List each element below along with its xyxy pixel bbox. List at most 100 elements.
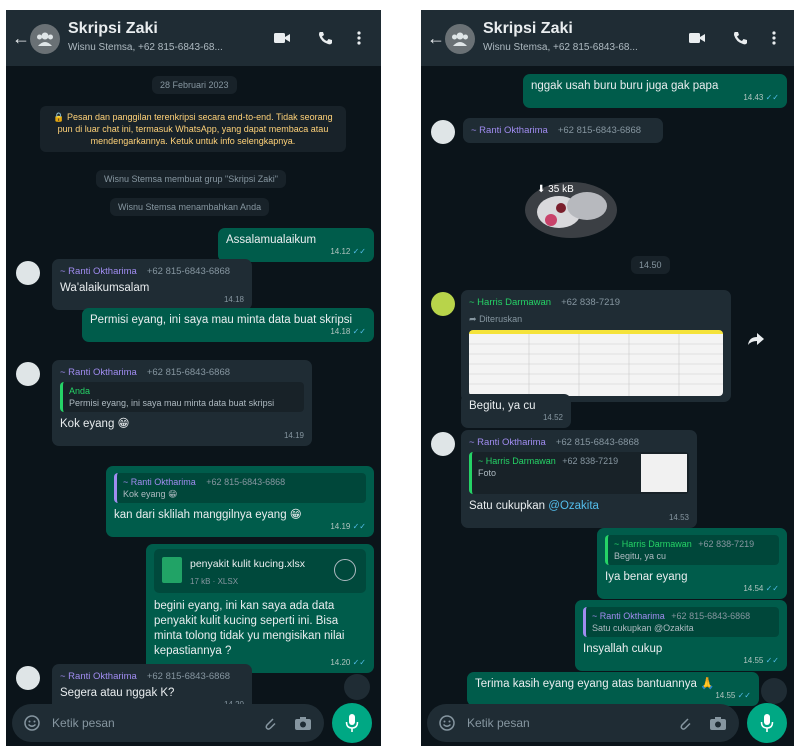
encryption-notice[interactable]: 🔒 Pesan dan panggilan terenkripsi secara… [40, 106, 346, 152]
voice-message-button[interactable] [747, 703, 787, 743]
read-ticks-icon: ✓✓ [352, 522, 366, 531]
message-text: Assalamualaikum [226, 234, 317, 246]
message-text: nggak usah buru buru juga gak papa [531, 80, 719, 92]
composer [421, 700, 794, 746]
message-input-container[interactable] [427, 704, 739, 742]
sender-avatar[interactable] [16, 666, 40, 690]
message-text: Iya benar eyang [605, 571, 688, 583]
incoming-message[interactable]: Begitu, ya cu 14.52 [461, 394, 571, 428]
read-ticks-icon: ✓✓ [352, 247, 366, 256]
sender-avatar[interactable] [431, 292, 455, 316]
message-list[interactable]: nggak usah buru buru juga gak papa 14.43… [421, 66, 794, 706]
microphone-icon [760, 714, 774, 732]
message-input-container[interactable] [12, 704, 324, 742]
voice-call-icon[interactable] [731, 30, 749, 46]
read-ticks-icon: ✓✓ [352, 658, 366, 667]
sender-avatar[interactable] [16, 362, 40, 386]
outgoing-message[interactable]: ~ Harris Darmawan +62 838-7219 Begitu, y… [597, 528, 787, 599]
voice-call-icon[interactable] [316, 30, 334, 46]
message-list[interactable]: 28 Februari 2023 🔒 Pesan dan panggilan t… [6, 66, 381, 715]
message-input[interactable] [52, 713, 222, 733]
date-divider: 28 Februari 2023 [152, 76, 237, 94]
emoji-icon[interactable] [439, 715, 455, 731]
read-ticks-icon: ✓✓ [352, 327, 366, 336]
message-time: 14.52 [542, 413, 563, 422]
forwarded-label: ➦ Diteruskan [469, 314, 523, 324]
sender-name: ~ Ranti Oktharima +62 815-6843-6868 [60, 266, 231, 277]
sender-avatar[interactable] [431, 120, 455, 144]
attach-icon[interactable] [677, 715, 693, 731]
document-name: penyakit kulit kucing.xlsx [190, 558, 305, 570]
incoming-message[interactable]: ~ Ranti Oktharima +62 815-6843-6868 Wa'al… [52, 259, 252, 310]
video-call-icon[interactable] [688, 30, 706, 46]
quoted-message[interactable]: ~ Harris Darmawan +62 838-7219 Foto [469, 452, 689, 494]
message-text: Segera atau nggak K? [60, 687, 175, 699]
forward-icon: ➦ [469, 314, 477, 324]
message-input[interactable] [467, 713, 637, 733]
read-ticks-icon: ✓✓ [765, 93, 779, 102]
read-ticks-icon: ✓✓ [737, 691, 751, 700]
camera-icon[interactable] [709, 715, 727, 731]
chat-subtitle[interactable]: Wisnu Stemsa, +62 815-6843-68... [483, 42, 663, 53]
chat-screen-right: ← Skripsi Zaki Wisnu Stemsa, +62 815-684… [421, 10, 794, 746]
quoted-message[interactable]: ~ Ranti Oktharima +62 815-6843-6868 Satu… [583, 607, 779, 637]
back-arrow-icon[interactable]: ← [427, 28, 445, 48]
image-message[interactable]: ⬇ 35 kB [521, 174, 621, 244]
outgoing-message[interactable]: penyakit kulit kucing.xlsx 17 kB · XLSX … [146, 544, 374, 673]
outgoing-message[interactable]: Assalamualaikum 14.12 ✓✓ [218, 228, 374, 262]
message-text: Kok eyang 😁 [60, 418, 130, 430]
incoming-message[interactable]: ~ Harris Darmawan +62 838-7219 ➦ Diterusk… [461, 290, 731, 402]
scroll-down-button[interactable] [344, 674, 370, 700]
message-text: begini eyang, ini kan saya ada data peny… [154, 600, 345, 657]
voice-message-button[interactable] [332, 703, 372, 743]
download-icon[interactable] [334, 559, 356, 581]
sender-avatar[interactable] [16, 261, 40, 285]
document-attachment[interactable]: penyakit kulit kucing.xlsx 17 kB · XLSX [154, 549, 366, 593]
outgoing-message[interactable]: Permisi eyang, ini saya mau minta data b… [82, 308, 374, 342]
download-icon[interactable]: ⬇ 35 kB [537, 184, 574, 195]
more-options-icon[interactable] [771, 30, 777, 46]
outgoing-message[interactable]: ~ Ranti Oktharima +62 815-6843-6868 Satu… [575, 600, 787, 671]
composer [6, 700, 381, 746]
camera-icon[interactable] [294, 715, 312, 731]
share-forward-icon[interactable] [747, 332, 765, 346]
outgoing-message[interactable]: ~ Ranti Oktharima +62 815-6843-6868 Kok … [106, 466, 374, 537]
message-time: 14.12 ✓✓ [330, 247, 366, 256]
microphone-icon [345, 714, 359, 732]
read-ticks-icon: ✓✓ [765, 584, 779, 593]
incoming-message[interactable]: ~ Ranti Oktharima +62 815-6843-6868 ~ Har… [461, 430, 697, 528]
group-avatar[interactable] [30, 24, 60, 54]
quoted-message[interactable]: ~ Harris Darmawan +62 838-7219 Begitu, y… [605, 535, 779, 565]
spreadsheet-image[interactable] [469, 330, 723, 396]
sender-name: ~ Harris Darmawan +62 838-7219 [469, 297, 620, 308]
message-time: 14.53 [668, 513, 689, 522]
message-text: Begitu, ya cu [469, 400, 536, 412]
back-arrow-icon[interactable]: ← [12, 28, 30, 48]
message-text: Satu cukupkan @Ozakita [469, 500, 599, 512]
chat-header[interactable]: ← Skripsi Zaki Wisnu Stemsa, +62 815-684… [421, 10, 794, 66]
message-time: 14.54 ✓✓ [743, 584, 779, 593]
message-time: 14.19 ✓✓ [330, 522, 366, 531]
quoted-message[interactable]: ~ Ranti Oktharima +62 815-6843-6868 Kok … [114, 473, 366, 503]
chat-title[interactable]: Skripsi Zaki [68, 20, 158, 38]
chat-title[interactable]: Skripsi Zaki [483, 20, 573, 38]
attach-icon[interactable] [262, 715, 278, 731]
system-message: Wisnu Stemsa membuat grup "Skripsi Zaki" [96, 170, 286, 188]
document-meta: 17 kB · XLSX [190, 577, 239, 586]
emoji-icon[interactable] [24, 715, 40, 731]
chat-subtitle[interactable]: Wisnu Stemsa, +62 815-6843-68... [68, 42, 248, 53]
quoted-message[interactable]: Anda Permisi eyang, ini saya mau minta d… [60, 382, 304, 412]
image-time: 14.50 [631, 256, 670, 274]
more-options-icon[interactable] [356, 30, 362, 46]
chat-header[interactable]: ← Skripsi Zaki Wisnu Stemsa, +62 815-684… [6, 10, 381, 66]
incoming-message[interactable]: ~ Ranti Oktharima +62 815-6843-6868 [463, 118, 663, 143]
message-text: Permisi eyang, ini saya mau minta data b… [90, 314, 353, 326]
sender-name: ~ Ranti Oktharima +62 815-6843-6868 [60, 367, 231, 378]
message-time: 14.55 ✓✓ [743, 656, 779, 665]
group-avatar[interactable] [445, 24, 475, 54]
message-text: kan dari sklilah manggilnya eyang 😁 [114, 509, 302, 521]
video-call-icon[interactable] [273, 30, 291, 46]
outgoing-message[interactable]: nggak usah buru buru juga gak papa 14.43… [523, 74, 787, 108]
sender-avatar[interactable] [431, 432, 455, 456]
incoming-message[interactable]: ~ Ranti Oktharima +62 815-6843-6868 Anda … [52, 360, 312, 446]
